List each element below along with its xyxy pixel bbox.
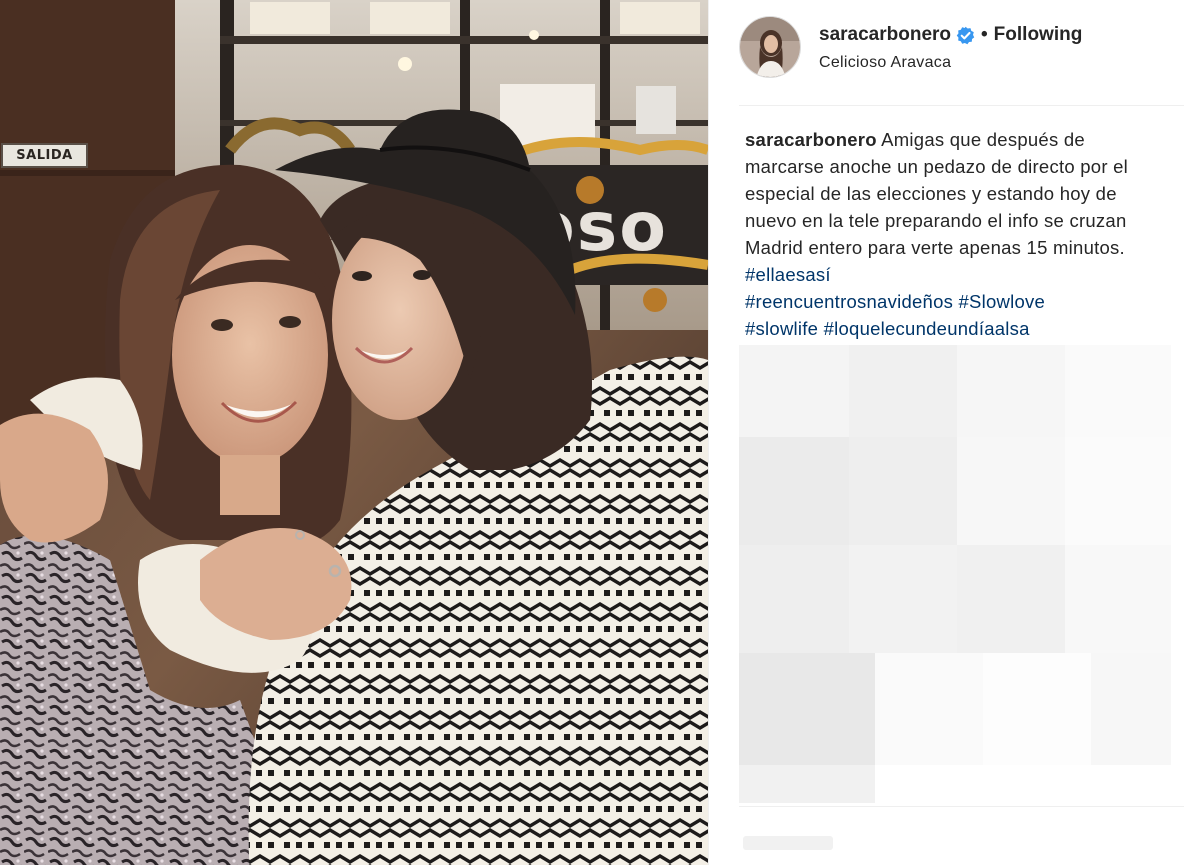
- header-separator: •: [981, 24, 988, 45]
- caption-username-link[interactable]: saracarbonero: [745, 129, 877, 150]
- exit-sign: SALIDA: [1, 143, 88, 168]
- instagram-post: oso SALIDA saracarbonero • Following Cel…: [0, 0, 1200, 865]
- pixelated-timestamp: [743, 836, 833, 850]
- pixelated-comments-area: [739, 345, 1171, 803]
- hashtag-link[interactable]: #Slowlove: [959, 291, 1046, 312]
- post-caption: saracarbonero Amigas que después de marc…: [745, 126, 1165, 342]
- photo-illustration: oso: [0, 0, 708, 865]
- header-line: saracarbonero • Following: [819, 23, 1082, 47]
- following-button[interactable]: Following: [994, 24, 1083, 46]
- hashtag-link[interactable]: #reencuentrosnavideños: [745, 291, 953, 312]
- post-header: saracarbonero • Following Celicioso Arav…: [739, 14, 1184, 106]
- verified-badge-icon: [956, 26, 975, 45]
- header-text: saracarbonero • Following Celicioso Arav…: [819, 23, 1082, 72]
- location-link[interactable]: Celicioso Aravaca: [819, 54, 1082, 72]
- hashtag-link[interactable]: #slowlife: [745, 318, 818, 339]
- avatar-image: [740, 17, 800, 77]
- header-username-link[interactable]: saracarbonero: [819, 23, 951, 47]
- post-details-panel: saracarbonero • Following Celicioso Arav…: [708, 0, 1200, 865]
- hashtag-link[interactable]: #loquelecundeundíaalsa: [824, 318, 1030, 339]
- post-photo[interactable]: oso SALIDA: [0, 0, 708, 865]
- hashtag-link[interactable]: #ellaesasí: [745, 264, 831, 285]
- avatar[interactable]: [739, 16, 801, 78]
- divider: [739, 806, 1184, 807]
